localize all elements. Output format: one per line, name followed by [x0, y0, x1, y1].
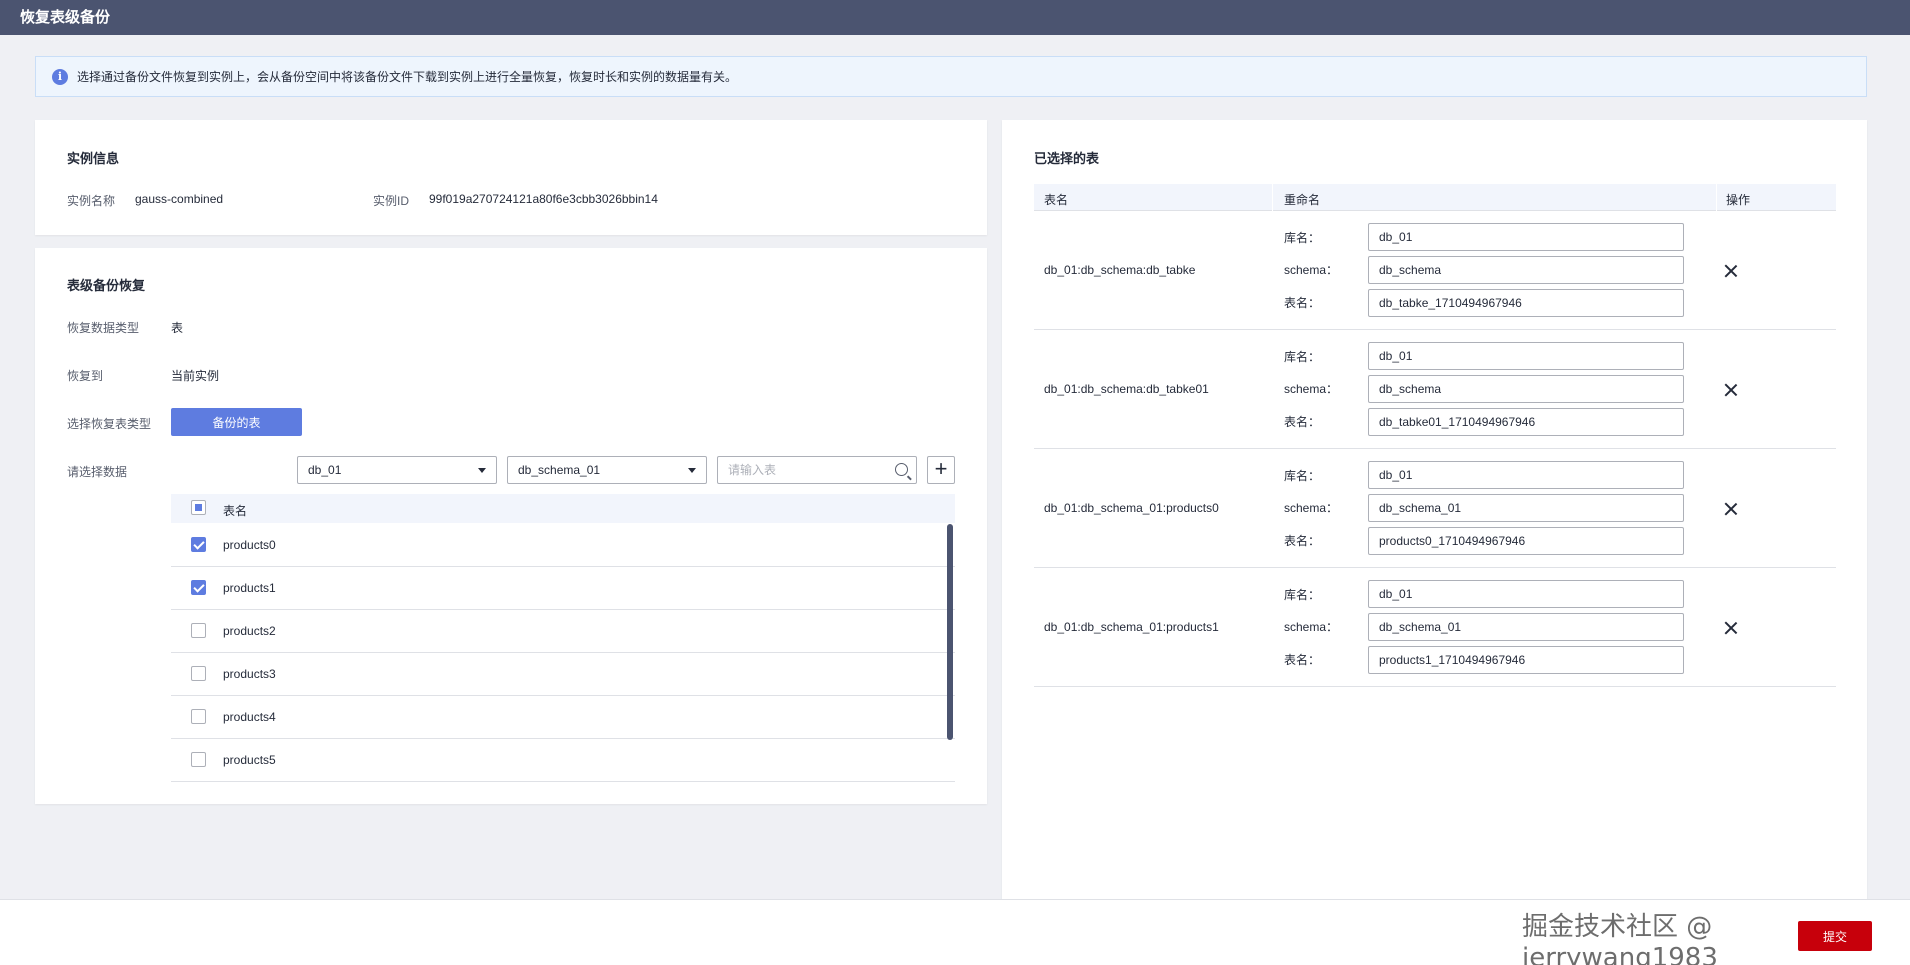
table-name-label: 表名：	[1284, 296, 1321, 310]
selected-row-table: db_01:db_schema:db_tabke01	[1044, 382, 1209, 396]
watermark-text: 掘金技术社区 @ jerrywang1983	[1522, 912, 1718, 965]
table-row-checkbox[interactable]	[191, 623, 206, 638]
table-name-label: 表名：	[1284, 534, 1321, 548]
rename-db-input[interactable]: db_01	[1368, 461, 1684, 489]
table-row-checkbox[interactable]	[191, 666, 206, 681]
table-name-label: 表名：	[1284, 653, 1321, 667]
table-row-name: products0	[223, 538, 276, 552]
instance-id-value: 99f019a270724121a80f6e3cbb3026bbin14	[429, 192, 658, 206]
rename-db-input[interactable]: db_01	[1368, 223, 1684, 251]
restore-to-label: 恢复到	[67, 369, 104, 383]
rename-schema-input[interactable]: db_schema	[1368, 375, 1684, 403]
table-row[interactable]: products3	[171, 653, 955, 696]
table-header-label: 表名	[223, 504, 248, 518]
table-search-input[interactable]	[718, 457, 878, 483]
restore-to-value: 当前实例	[171, 369, 220, 383]
schema-select-value: db_schema_01	[518, 463, 601, 477]
info-notice: i 选择通过备份文件恢复到实例上，会从备份空间中将该备份文件下载到实例上进行全量…	[35, 56, 1867, 97]
table-row[interactable]: products0	[171, 524, 955, 567]
col-rename: 重命名	[1284, 193, 1321, 207]
selected-row-table: db_01:db_schema_01:products1	[1044, 620, 1219, 634]
schema-label: schema：	[1284, 620, 1339, 634]
rename-table-input[interactable]: db_tabke_1710494967946	[1368, 289, 1684, 317]
table-row-name: products2	[223, 624, 276, 638]
table-type-label: 选择恢复表类型	[67, 417, 152, 431]
instance-name-label: 实例名称	[67, 194, 116, 208]
selected-row: db_01:db_schema:db_tabke01 库名： db_01schema…	[1034, 330, 1836, 449]
table-row-name: products1	[223, 581, 276, 595]
db-select-value: db_01	[308, 463, 342, 477]
db-name-label: 库名：	[1284, 350, 1321, 364]
selected-section-title: 已选择的表	[1034, 151, 1100, 166]
rename-schema-input[interactable]: db_schema	[1368, 256, 1684, 284]
db-name-label: 库名：	[1284, 469, 1321, 483]
backup-table-button[interactable]: 备份的表	[171, 408, 302, 436]
instance-name-value: gauss-combined	[135, 192, 224, 206]
selected-row-table: db_01:db_schema_01:products0	[1044, 501, 1219, 515]
data-type-label: 恢复数据类型	[67, 321, 140, 335]
data-type-value: 表	[171, 321, 184, 335]
db-select[interactable]: db_01	[297, 456, 497, 484]
rename-table-input[interactable]: products1_1710494967946	[1368, 646, 1684, 674]
schema-label: schema：	[1284, 263, 1339, 277]
selected-row-table: db_01:db_schema:db_tabke	[1044, 263, 1196, 277]
add-icon[interactable]: +	[927, 456, 955, 484]
close-icon[interactable]	[1724, 383, 1738, 397]
select-all-checkbox[interactable]	[191, 500, 206, 515]
table-row[interactable]: products4	[171, 696, 955, 739]
close-icon[interactable]	[1724, 502, 1738, 516]
table-row-checkbox[interactable]	[191, 752, 206, 767]
instance-id-label: 实例ID	[373, 194, 410, 208]
notice-text: 选择通过备份文件恢复到实例上，会从备份空间中将该备份文件下载到实例上进行全量恢复…	[77, 70, 738, 84]
instance-section-title: 实例信息	[67, 151, 120, 166]
table-row-checkbox[interactable]	[191, 709, 206, 724]
table-row-name: products5	[223, 753, 276, 767]
table-row-name: products3	[223, 667, 276, 681]
table-row[interactable]: products2	[171, 610, 955, 653]
selected-row: db_01:db_schema_01:products0 库名： db_01sche…	[1034, 449, 1836, 568]
chevron-down-icon	[688, 468, 696, 473]
rename-db-input[interactable]: db_01	[1368, 580, 1684, 608]
table-search	[717, 456, 917, 484]
selected-row: db_01:db_schema:db_tabke 库名： db_01 schema： d…	[1034, 211, 1836, 330]
table-row-checkbox[interactable]	[191, 580, 206, 595]
table-list-header: 表名	[171, 494, 955, 523]
select-data-label: 请选择数据	[67, 465, 128, 479]
schema-label: schema：	[1284, 382, 1339, 396]
selected-table-header: 表名 重命名 操作	[1034, 184, 1836, 211]
chevron-down-icon	[478, 468, 486, 473]
page-title: 恢复表级备份	[0, 0, 1910, 35]
table-row-name: products4	[223, 710, 276, 724]
selected-tables-card: 已选择的表 表名 重命名 操作 db_01:db_schema:db_tabke…	[1002, 120, 1867, 910]
close-icon[interactable]	[1724, 621, 1738, 635]
info-icon: i	[52, 68, 68, 85]
close-icon[interactable]	[1724, 264, 1738, 278]
table-row[interactable]: products5	[171, 739, 955, 782]
rename-schema-input[interactable]: db_schema_01	[1368, 613, 1684, 641]
restore-section-title: 表级备份恢复	[67, 278, 146, 293]
schema-select[interactable]: db_schema_01	[507, 456, 707, 484]
search-icon[interactable]	[895, 463, 908, 476]
db-name-label: 库名：	[1284, 588, 1321, 602]
db-name-label: 库名：	[1284, 231, 1321, 245]
col-table-name: 表名	[1044, 193, 1069, 207]
rename-table-input[interactable]: products0_1710494967946	[1368, 527, 1684, 555]
instance-info-card: 实例信息 实例名称 gauss-combined 实例ID 99f019a270…	[35, 120, 987, 235]
table-restore-card: 表级备份恢复 恢复数据类型 表 恢复到 当前实例 选择恢复表类型 备份的表 请选…	[35, 248, 987, 804]
table-name-label: 表名：	[1284, 415, 1321, 429]
table-row-checkbox[interactable]	[191, 537, 206, 552]
rename-table-input[interactable]: db_tabke01_1710494967946	[1368, 408, 1684, 436]
table-row[interactable]: products1	[171, 567, 955, 610]
rename-db-input[interactable]: db_01	[1368, 342, 1684, 370]
selected-row: db_01:db_schema_01:products1 库名： db_01sche…	[1034, 568, 1836, 687]
schema-label: schema：	[1284, 501, 1339, 515]
table-list-scrollbar[interactable]	[947, 524, 953, 740]
col-action: 操作	[1726, 193, 1751, 207]
rename-schema-input[interactable]: db_schema_01	[1368, 494, 1684, 522]
